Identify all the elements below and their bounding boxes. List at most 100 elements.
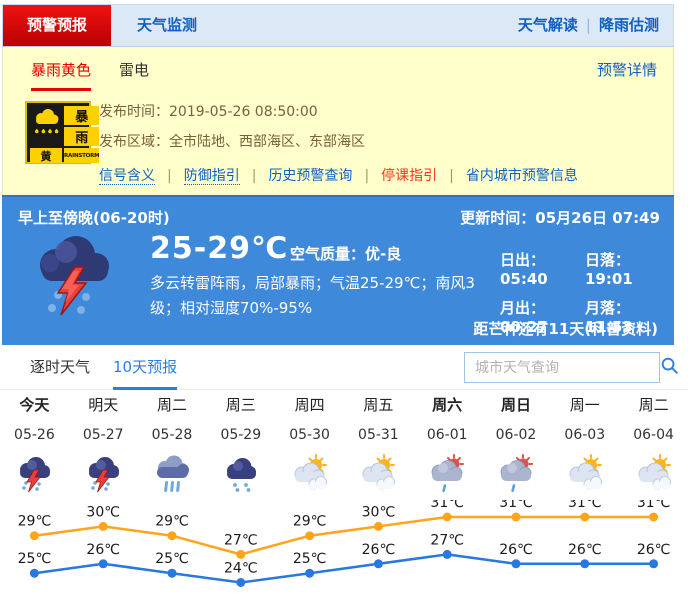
forecast-day-column-06-04[interactable]: 周二 06-04 — [619, 395, 688, 494]
temperature-chart: 29℃30℃29℃27℃29℃30℃31℃31℃31℃31℃25℃26℃25℃2… — [0, 500, 688, 597]
day-date: 06-04 — [619, 426, 688, 444]
temp-point — [30, 531, 39, 540]
thunderstorm-icon — [14, 454, 54, 494]
temp-point — [99, 522, 108, 531]
forecast-day-column-06-03[interactable]: 周一 06-03 — [550, 395, 619, 494]
badge-char-yu: 雨 — [64, 127, 99, 146]
sun-shower-icon — [427, 454, 467, 494]
tab-rainstorm-yellow[interactable]: 暴雨黄色 — [31, 59, 91, 91]
link-rainfall-estimate[interactable]: 降雨估测 — [599, 16, 659, 34]
rainstorm-yellow-warning-badge: 暴 雨 黄 RAINSTORM — [25, 101, 91, 164]
temp-label: 29℃ — [18, 514, 52, 530]
forecast-day-column-05-30[interactable]: 周四05-30 — [275, 395, 344, 494]
warning-link-1[interactable]: 防御指引 — [184, 168, 240, 185]
temp-line-low — [34, 554, 653, 582]
temp-line-high — [34, 517, 653, 554]
temp-point — [305, 531, 314, 540]
link-weather-interpretation[interactable]: 天气解读 — [518, 16, 578, 34]
weather-description: 多云转雷阵雨，局部暴雨；气温25-29℃；南风3级；相对湿度70%-95% — [150, 271, 492, 321]
day-date: 05-30 — [275, 426, 344, 444]
badge-en-label: RAINSTORM — [64, 148, 99, 163]
tab-weather-monitoring[interactable]: 天气监测 — [111, 5, 223, 46]
temp-label: 27℃ — [430, 532, 464, 548]
day-date: 05-27 — [69, 426, 138, 444]
day-name: 周六 — [413, 395, 482, 415]
search-input[interactable] — [465, 353, 659, 382]
day-name: 周五 — [344, 395, 413, 415]
sunset-time: 日落：19:01 — [585, 249, 666, 288]
day-name: 周日 — [482, 395, 551, 415]
temp-point — [512, 513, 521, 522]
temp-point — [443, 513, 452, 522]
forecast-day-column-05-26[interactable]: 今天 05-26 — [0, 395, 69, 494]
temp-label: 26℃ — [499, 542, 533, 558]
publish-time-line: 发布时间：2019-05-26 08:50:00 — [99, 102, 318, 122]
solar-term-note[interactable]: 距芒种还有11天(科普资料) — [473, 318, 658, 339]
temp-label: 25℃ — [293, 551, 327, 567]
forecast-day-column-06-02[interactable]: 周日 06-02 — [482, 395, 551, 494]
temperature-range: 25-29℃ — [150, 231, 288, 266]
tab-warning-forecast[interactable]: 预警预报 — [3, 5, 111, 46]
temp-point — [168, 569, 177, 578]
tab-10day-forecast[interactable]: 10天预报 — [113, 345, 177, 390]
temp-label: 29℃ — [293, 514, 327, 530]
search-icon — [660, 356, 679, 379]
day-name: 周三 — [206, 395, 275, 415]
day-date: 05-29 — [206, 426, 275, 444]
warning-section: 暴雨黄色 雷电 预警详情 暴 雨 黄 RAINSTORM — [2, 47, 674, 195]
badge-char-bao: 暴 — [64, 106, 99, 125]
warning-link-3[interactable]: 停课指引 — [381, 168, 437, 184]
top-nav: 预警预报 天气监测 天气解读|降雨估测 — [2, 4, 674, 47]
temp-label: 27℃ — [224, 532, 258, 548]
link-separator: | — [155, 168, 184, 184]
temp-label: 31℃ — [637, 500, 671, 511]
publish-area-label: 发布区域： — [99, 134, 169, 150]
day-date: 05-31 — [344, 426, 413, 444]
temp-label: 25℃ — [155, 551, 189, 567]
nav-separator: | — [578, 16, 599, 34]
temp-label: 26℃ — [637, 542, 671, 558]
forecast-day-column-05-31[interactable]: 周五 05-31 — [344, 395, 413, 494]
temp-point — [305, 569, 314, 578]
day-name: 周一 — [550, 395, 619, 415]
link-separator: | — [240, 168, 269, 184]
temp-label: 30℃ — [362, 504, 396, 520]
temp-label: 26℃ — [568, 542, 602, 558]
sun-cloud-icon — [634, 454, 674, 494]
day-name: 周二 — [619, 395, 688, 415]
weather-warning-page: 预警预报 天气监测 天气解读|降雨估测 暴雨黄色 雷电 预警详情 — [0, 0, 688, 597]
warning-link-4[interactable]: 省内城市预警信息 — [466, 168, 578, 184]
rainstorm-cloud-icon — [30, 106, 62, 146]
forecast-day-column-05-27[interactable]: 明天05-27 — [69, 395, 138, 494]
cloud-rain-icon — [221, 454, 261, 494]
link-warning-details[interactable]: 预警详情 — [597, 59, 657, 80]
link-separator: | — [437, 168, 466, 184]
temp-point — [580, 513, 589, 522]
day-name: 今天 — [0, 395, 69, 415]
temp-point — [374, 559, 383, 568]
temp-point — [168, 531, 177, 540]
day-date: 05-26 — [0, 426, 69, 444]
forecast-section: 逐时天气 10天预报 今天05-26明天05-27周二05-28周三05-29周… — [0, 345, 688, 597]
forecast-tab-bar: 逐时天气 10天预报 — [0, 345, 688, 390]
temp-point — [236, 578, 245, 587]
air-quality: 空气质量：优-良 — [290, 243, 401, 264]
publish-time-label: 发布时间： — [99, 104, 169, 120]
link-separator: | — [352, 168, 381, 184]
day-date: 06-02 — [482, 426, 551, 444]
temp-label: 31℃ — [568, 500, 602, 511]
forecast-day-column-05-28[interactable]: 周二05-28 — [138, 395, 207, 494]
day-date: 06-03 — [550, 426, 619, 444]
forecast-day-column-06-01[interactable]: 周六 06-01 — [413, 395, 482, 494]
warning-links: 信号含义|防御指引|历史预警查询|停课指引|省内城市预警信息 — [99, 166, 578, 186]
forecast-day-column-05-29[interactable]: 周三 05-29 — [206, 395, 275, 494]
tab-hourly-weather[interactable]: 逐时天气 — [30, 345, 90, 390]
search-button[interactable] — [659, 353, 679, 382]
warning-link-2[interactable]: 历史预警查询 — [268, 168, 352, 184]
tab-lightning[interactable]: 雷电 — [119, 59, 149, 81]
sun-shower-icon — [496, 454, 536, 494]
warning-link-0[interactable]: 信号含义 — [99, 168, 155, 185]
day-date: 06-01 — [413, 426, 482, 444]
current-weather-panel: 早上至傍晚(06-20时) 更新时间：05月26日 07:49 25-29℃ 空… — [2, 195, 674, 345]
publish-area-value: 全市陆地、西部海区、东部海区 — [169, 134, 365, 150]
